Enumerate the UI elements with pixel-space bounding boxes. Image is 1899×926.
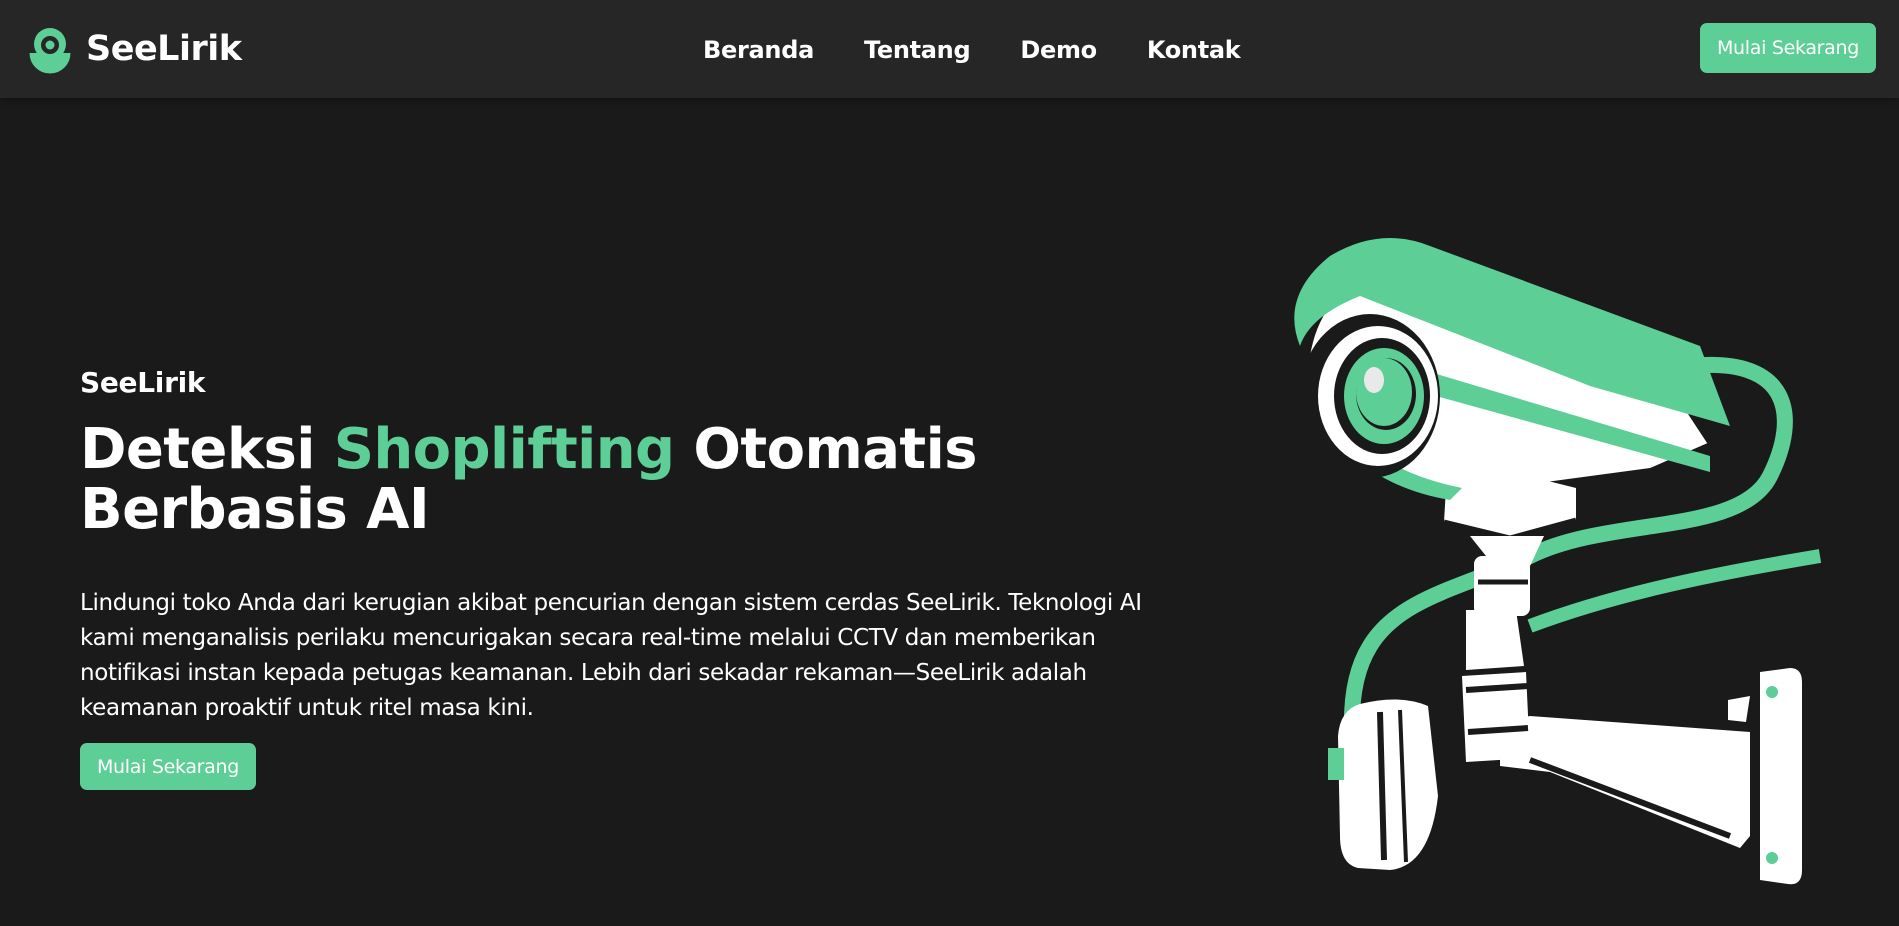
cctv-camera-icon <box>1294 238 1822 885</box>
nav-link-beranda[interactable]: Beranda <box>703 30 814 70</box>
eye-logo-icon <box>26 28 74 75</box>
nav-link-kontak[interactable]: Kontak <box>1147 30 1241 70</box>
hero-title: Deteksi Shoplifting Otomatis Berbasis AI <box>80 420 1200 540</box>
nav-link-demo[interactable]: Demo <box>1020 30 1097 70</box>
hero-description: Lindungi toko Anda dari kerugian akibat … <box>80 590 1142 721</box>
hero-title-part1: Deteksi <box>80 417 334 482</box>
nav-get-started-button[interactable]: Mulai Sekarang <box>1700 23 1876 73</box>
hero-title-accent: Shoplifting <box>333 417 675 482</box>
main-nav: Beranda Tentang Demo Kontak <box>703 30 1290 70</box>
brand-name: SeeLirik <box>86 29 242 69</box>
hero-eyebrow: SeeLirik <box>80 366 206 399</box>
hero-get-started-button[interactable]: Mulai Sekarang <box>80 743 256 790</box>
brand-logo[interactable]: SeeLirik <box>24 22 242 76</box>
nav-link-tentang[interactable]: Tentang <box>864 30 971 70</box>
navbar: SeeLirik Beranda Tentang Demo Kontak Mul… <box>0 0 1899 98</box>
